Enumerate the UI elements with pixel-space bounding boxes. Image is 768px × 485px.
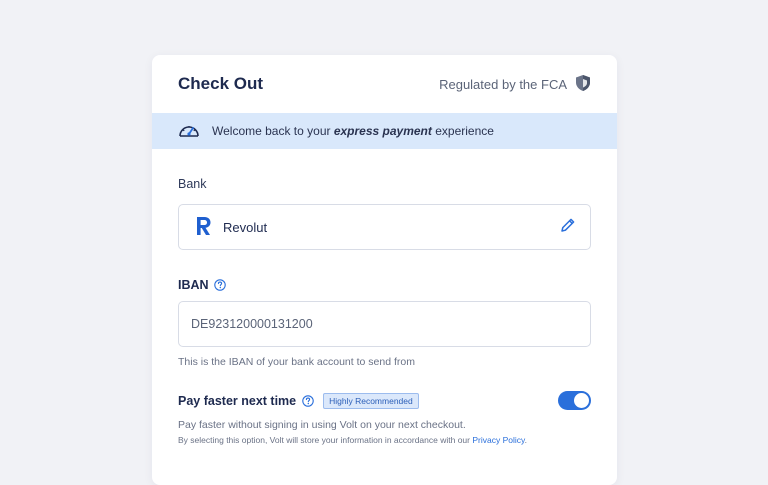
- bank-name: Revolut: [223, 219, 268, 235]
- pay-faster-row: Pay faster next time Highly Recommended: [178, 391, 591, 410]
- bank-selector[interactable]: Revolut: [178, 204, 591, 250]
- fca-label: Regulated by the FCA: [439, 76, 567, 92]
- iban-label-row: IBAN: [178, 278, 591, 292]
- pencil-icon[interactable]: [560, 217, 576, 238]
- iban-value: DE923120000131200: [191, 317, 313, 331]
- form-section: Bank Revolut IBAN DE923120000131200 This…: [152, 177, 617, 445]
- express-banner: Welcome back to your express payment exp…: [152, 113, 617, 149]
- shield-icon: [575, 74, 591, 95]
- help-icon[interactable]: [302, 394, 314, 407]
- checkout-header: Check Out Regulated by the FCA: [152, 55, 617, 113]
- banner-text: Welcome back to your express payment exp…: [212, 124, 494, 138]
- banner-suffix: experience: [431, 124, 494, 138]
- iban-label: IBAN: [178, 278, 209, 292]
- bank-label: Bank: [178, 177, 207, 191]
- pay-faster-description: Pay faster without signing in using Volt…: [178, 419, 466, 431]
- help-icon[interactable]: [213, 279, 226, 291]
- iban-input[interactable]: DE923120000131200: [178, 301, 591, 347]
- revolut-logo-icon: [193, 215, 213, 240]
- toggle-knob: [574, 393, 589, 408]
- recommended-badge: Highly Recommended: [323, 392, 419, 409]
- consent-text: By selecting this option, Volt will stor…: [178, 435, 591, 445]
- iban-hint: This is the IBAN of your bank account to…: [178, 356, 415, 368]
- privacy-policy-link[interactable]: Privacy Policy: [472, 435, 524, 445]
- banner-prefix: Welcome back to your: [212, 124, 334, 138]
- page-title: Check Out: [178, 74, 264, 93]
- speedometer-icon: [178, 121, 200, 142]
- pay-faster-toggle[interactable]: [558, 391, 591, 410]
- consent-suffix: .: [524, 435, 527, 445]
- banner-highlight: express payment: [333, 124, 432, 138]
- checkout-card: Check Out Regulated by the FCA Welcome b…: [152, 55, 617, 485]
- bank-selection: Revolut: [193, 215, 267, 240]
- fca-regulation: Regulated by the FCA: [439, 74, 591, 95]
- pay-faster-label-group: Pay faster next time Highly Recommended: [178, 392, 419, 409]
- pay-faster-label: Pay faster next time: [178, 393, 297, 408]
- consent-prefix: By selecting this option, Volt will stor…: [178, 435, 473, 445]
